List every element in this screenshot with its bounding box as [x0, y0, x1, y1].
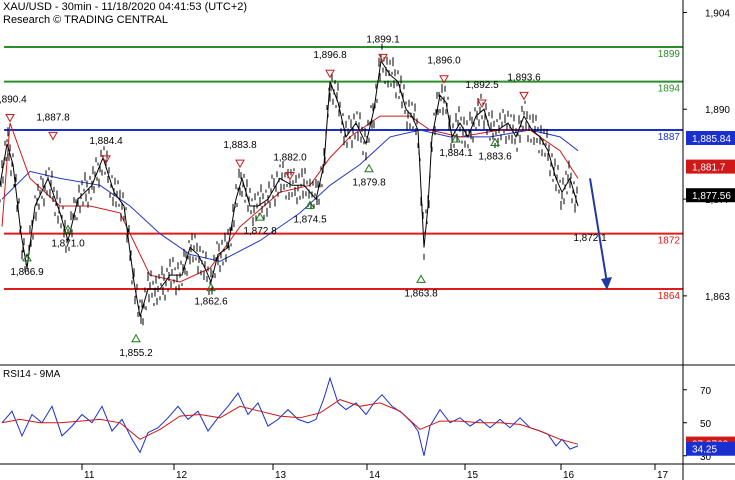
level-label-1864: 1864 — [658, 291, 681, 302]
swing-low-label: 1,866.9 — [10, 267, 44, 278]
time-axis-label: 16 — [563, 470, 575, 480]
target-label: 1,872.1 — [573, 233, 607, 244]
time-axis-label: 11 — [84, 470, 95, 480]
level-label-1899: 1899 — [658, 49, 681, 60]
chart-symbol-title: XAU/USD - 30min - 11/18/2020 04:41:53 (U… — [3, 1, 248, 13]
chart-canvas: 1899 1894 1887 1872 1864 1,890.4 1,887.8 1,884… — [0, 0, 735, 480]
time-axis-label: 17 — [657, 470, 669, 480]
price-tag-0-text: 1,885.84 — [692, 134, 731, 145]
level-label-1894: 1894 — [658, 84, 681, 95]
swing-high-label: 1,882.0 — [273, 153, 307, 164]
swing-high-label: 1,890.4 — [0, 94, 27, 105]
price-axis-label: 1,890 — [705, 105, 730, 116]
price-axis-label: 1,904 — [705, 8, 730, 19]
price-tag-2-text: 1,877.56 — [692, 191, 731, 202]
time-axis-label: 13 — [275, 470, 287, 480]
swing-low-label: 1,883.6 — [478, 151, 512, 162]
level-label-1887: 1887 — [658, 132, 681, 143]
swing-low-label: 1,862.6 — [194, 297, 228, 308]
time-axis-label: 15 — [467, 470, 479, 480]
swing-high-label: 1,892.5 — [465, 80, 499, 91]
swing-low-label: 1,855.2 — [119, 348, 153, 359]
swing-high-label: 1,896.8 — [313, 50, 347, 61]
swing-high-label: 1,883.8 — [223, 140, 257, 151]
swing-low-label: 1,871.0 — [51, 239, 85, 250]
price-tag-2: 1,877.56 — [686, 188, 735, 203]
swing-low-label: 1,884.1 — [439, 148, 473, 159]
level-label-1872: 1872 — [658, 236, 681, 247]
rsi-tag-1-text: 34.25 — [692, 445, 717, 456]
time-axis-label: 12 — [176, 470, 188, 480]
swing-low-label: 1,872.8 — [243, 226, 277, 237]
swing-low-label: 1,879.8 — [352, 178, 386, 189]
price-tag-1-text: 1,881.7 — [692, 163, 726, 174]
swing-high-label: 1,893.6 — [507, 72, 541, 83]
price-tag-0: 1,885.84 — [686, 130, 735, 145]
price-axis-label: 1,863 — [705, 292, 730, 303]
rsi-panel-title: RSI14 - 9MA — [3, 369, 61, 380]
chart-research-credit: Research © TRADING CENTRAL — [3, 14, 168, 26]
swing-low-label: 1,863.8 — [404, 288, 438, 299]
swing-high-label: 1,884.4 — [89, 136, 123, 147]
time-axis-label: 14 — [369, 470, 381, 480]
swing-low-label: 1,874.5 — [293, 214, 327, 225]
price-tag-1: 1,881.7 — [686, 159, 735, 174]
swing-high-label: 1,899.1 — [366, 34, 400, 45]
rsi-axis-label: 70 — [700, 386, 712, 397]
rsi-axis-label: 50 — [700, 419, 712, 430]
rsi-tag-1: 34.25 — [686, 441, 735, 456]
swing-high-label: 1,896.0 — [427, 56, 461, 67]
swing-high-label: 1,887.8 — [36, 112, 70, 123]
chart-background — [0, 0, 735, 480]
